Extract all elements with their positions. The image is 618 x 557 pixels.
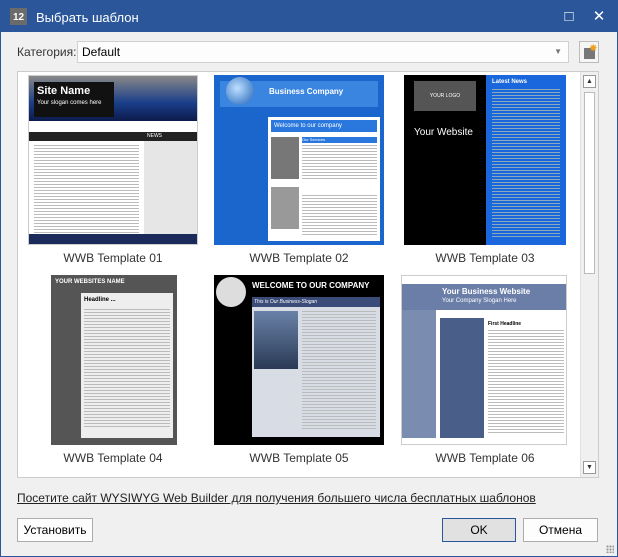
template-thumbnail-01[interactable]: Site Name Your slogan comes here NEWS xyxy=(28,75,198,245)
thumb-extra: First Headline xyxy=(488,321,522,327)
thumb-sub: Your slogan comes here xyxy=(37,100,102,106)
template-thumbnail-06[interactable]: Your Business Website Your Company Sloga… xyxy=(401,275,567,445)
vertical-scrollbar[interactable]: ▲ ▼ xyxy=(580,72,598,477)
install-button[interactable]: Установить xyxy=(17,518,93,542)
thumb-heading: YOUR WEBSITES NAME xyxy=(55,279,125,285)
thumb-sub: Welcome to our company xyxy=(271,120,377,132)
thumb-extra: Latest News xyxy=(492,79,528,85)
app-icon: 12 xyxy=(10,8,27,25)
scroll-down-icon[interactable]: ▼ xyxy=(583,461,596,474)
template-label[interactable]: WWB Template 01 xyxy=(23,251,203,265)
template-thumbnail-03[interactable]: YOUR LOGO Your Website Latest News xyxy=(404,75,566,245)
template-label[interactable]: WWB Template 03 xyxy=(395,251,575,265)
window-title: Выбрать шаблон xyxy=(36,10,139,25)
cancel-button[interactable]: Отмена xyxy=(523,518,598,542)
category-value: Default xyxy=(82,45,121,59)
maximize-button[interactable]: □ xyxy=(559,7,579,27)
resize-grip[interactable] xyxy=(606,545,614,553)
thumb-heading: Your Business Website xyxy=(442,287,531,296)
thumb-extra: NEWS xyxy=(147,133,162,139)
thumb-sub: Headline ... xyxy=(84,297,116,303)
scroll-up-icon[interactable]: ▲ xyxy=(583,75,596,88)
template-label[interactable]: WWB Template 05 xyxy=(209,451,389,465)
title-bar: 12 Выбрать шаблон □ ✕ xyxy=(1,1,618,32)
thumb-sub: YOUR LOGO xyxy=(414,81,476,111)
template-label[interactable]: WWB Template 06 xyxy=(395,451,575,465)
template-label[interactable]: WWB Template 04 xyxy=(23,451,203,465)
more-templates-link[interactable]: Посетите сайт WYSIWYG Web Builder для по… xyxy=(17,491,536,505)
close-button[interactable]: ✕ xyxy=(589,7,609,27)
sparkle-icon: ✸ xyxy=(589,43,597,53)
thumb-heading: Your Website xyxy=(414,127,473,138)
ok-button[interactable]: OK xyxy=(442,518,516,542)
template-grid: Site Name Your slogan comes here NEWS WW… xyxy=(17,71,599,478)
template-thumbnail-02[interactable]: Business Company Welcome to our company … xyxy=(214,75,384,245)
thumb-heading: WELCOME TO OUR COMPANY xyxy=(252,281,370,290)
scroll-thumb[interactable] xyxy=(584,92,595,274)
thumb-sub: This is Our Business-Slogan xyxy=(252,297,380,307)
template-thumbnail-04[interactable]: YOUR WEBSITES NAME Headline ... xyxy=(51,275,177,445)
thumb-heading: Business Company xyxy=(269,87,344,96)
template-thumbnail-05[interactable]: WELCOME TO OUR COMPANY This is Our Busin… xyxy=(214,275,384,445)
category-label: Категория: xyxy=(17,45,77,59)
thumb-sub: Your Company Slogan Here xyxy=(442,298,517,304)
thumb-extra: Our Services xyxy=(302,137,377,143)
template-label[interactable]: WWB Template 02 xyxy=(209,251,389,265)
category-select[interactable]: Default ▼ xyxy=(77,41,569,63)
add-category-button[interactable]: ✸ xyxy=(579,41,599,63)
chevron-down-icon: ▼ xyxy=(554,47,562,56)
thumb-heading: Site Name xyxy=(37,85,91,97)
